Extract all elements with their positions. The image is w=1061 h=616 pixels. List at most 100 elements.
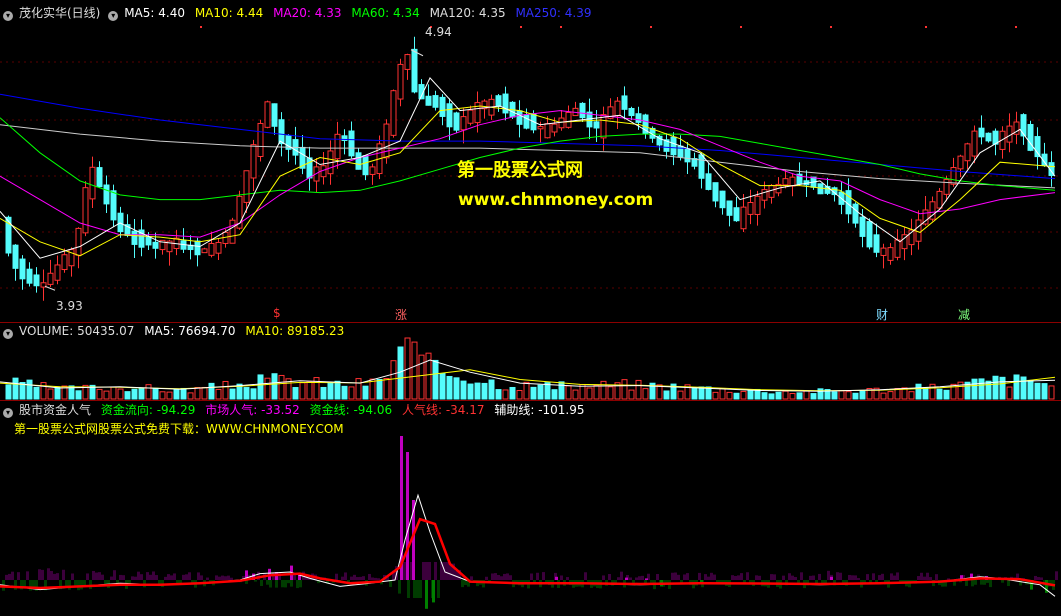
flow-fill [851, 575, 854, 580]
flow-fill [536, 572, 539, 580]
flow-fill [230, 577, 233, 580]
flow-fill [770, 574, 773, 580]
flow-fill [641, 575, 644, 580]
flow-fill [221, 575, 224, 580]
flow-fill [704, 574, 707, 580]
flow-fill [971, 580, 974, 587]
flow-fill [698, 572, 701, 580]
flow-fill [359, 576, 362, 580]
flow-fill [890, 573, 893, 580]
flow-fill [446, 562, 449, 580]
flow-fill [422, 562, 425, 580]
flow-fill [149, 574, 152, 580]
flow-fill [11, 571, 14, 580]
flow-fill [287, 580, 290, 584]
flow-fill [1040, 577, 1043, 580]
flow-fill [1055, 571, 1058, 580]
flow-fill [137, 571, 140, 580]
flow-fill [224, 576, 227, 580]
flow-fill [23, 580, 26, 587]
flow-fill [584, 572, 587, 580]
flow-fill [812, 575, 815, 580]
flow-fill [206, 577, 209, 580]
flow-fill [560, 575, 563, 580]
flow-fill [341, 576, 344, 580]
flow-fill [755, 575, 758, 580]
flow-fill [413, 580, 416, 598]
flow-fill [1019, 580, 1022, 586]
flow-fill [881, 573, 884, 580]
flow-fill [56, 573, 59, 580]
flow-fill [134, 576, 137, 580]
flow-fill [896, 572, 899, 580]
flow-fill [122, 575, 125, 580]
flow-fill [62, 569, 65, 580]
flow-fill [791, 575, 794, 580]
flow-fill [167, 574, 170, 580]
flow-fill [485, 576, 488, 580]
flow-fill [734, 576, 737, 580]
flow-fill [818, 573, 821, 580]
flow-fill [32, 580, 35, 588]
flow-fill [173, 573, 176, 580]
flow-fill [152, 571, 155, 580]
flow-fill [353, 574, 356, 580]
flow-fill [71, 573, 74, 580]
flow-bar [432, 580, 435, 603]
flow-fill [629, 577, 632, 580]
flow-fill [197, 572, 200, 580]
flow-fill [1037, 577, 1040, 580]
flow-fill [344, 572, 347, 580]
flow-fill [77, 580, 80, 591]
flow-fill [494, 573, 497, 580]
flow-fill [437, 580, 440, 598]
flow-fill [377, 578, 380, 580]
flow-bar [625, 577, 628, 580]
flow-fill [371, 577, 374, 580]
flow-fill [368, 573, 371, 580]
flow-fill [497, 574, 500, 580]
flow-fill [530, 573, 533, 580]
flow-fill [296, 580, 299, 589]
flow-fill [836, 572, 839, 580]
flow-fill [878, 575, 881, 580]
flow-fill [503, 573, 506, 580]
flow-fill [854, 575, 857, 580]
flow-fill [170, 575, 173, 580]
flow-fill [416, 580, 419, 598]
flow-fill [50, 570, 53, 580]
flow-fill [47, 568, 50, 580]
flow-bar [425, 580, 428, 609]
flow-fill [686, 573, 689, 580]
flow-fill [434, 562, 437, 580]
flow-fill [335, 573, 338, 580]
flow-fill [26, 571, 29, 580]
flow-fill [872, 573, 875, 580]
flow-fill [188, 572, 191, 580]
flow-fill [740, 573, 743, 580]
flow-fill [155, 575, 158, 580]
flow-fill [254, 580, 257, 582]
flow-fill [989, 580, 992, 588]
flow-fill [656, 573, 659, 580]
flow-bar [406, 452, 409, 580]
flow-fill [164, 576, 167, 580]
flow-fill [500, 576, 503, 580]
flow-fill [356, 577, 359, 580]
flow-fill [746, 572, 749, 580]
flow-fill [566, 577, 569, 580]
indicator-chart[interactable] [0, 0, 1061, 616]
flow-fill [794, 576, 797, 580]
flow-fill [491, 573, 494, 580]
flow-bar [830, 576, 833, 580]
flow-fill [182, 574, 185, 580]
flow-fill [917, 576, 920, 580]
flow-fill [923, 576, 926, 580]
flow-fill [929, 577, 932, 580]
flow-fill [470, 576, 473, 580]
flow-fill [200, 575, 203, 580]
flow-fill [920, 572, 923, 580]
flow-fill [362, 576, 365, 580]
flow-fill [671, 572, 674, 580]
flow-fill [608, 573, 611, 580]
